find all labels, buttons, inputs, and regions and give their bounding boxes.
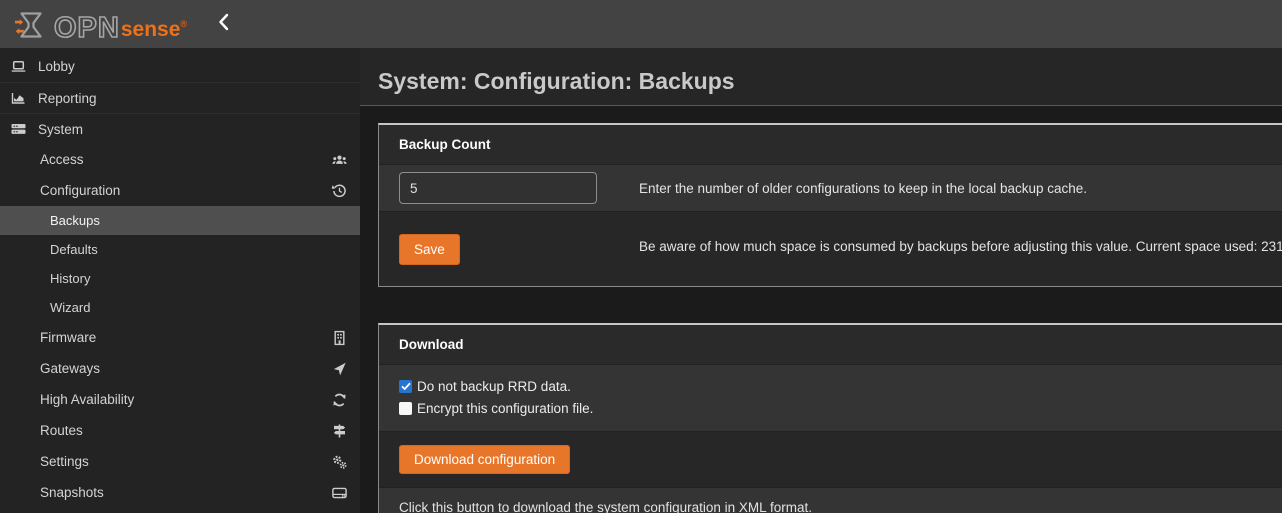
area-chart-icon [10, 90, 27, 106]
sidebar-item-high-availability[interactable]: High Availability [0, 384, 360, 415]
sidebar-collapse-button[interactable] [217, 13, 230, 36]
sidebar-item-label: Routes [40, 423, 331, 438]
sidebar-item-label: History [50, 271, 90, 286]
opnsense-logo[interactable]: OPN sense ® [14, 5, 187, 43]
sidebar-item-backups[interactable]: Backups [0, 206, 360, 235]
opnsense-logo-icon [14, 9, 54, 43]
sidebar-item-label: Defaults [50, 242, 98, 257]
sidebar-item-label: Firmware [40, 330, 331, 345]
rrd-checkbox[interactable] [399, 380, 412, 393]
encrypt-checkbox[interactable] [399, 402, 412, 415]
page-title: System: Configuration: Backups [378, 69, 1282, 94]
backup-count-help: Enter the number of older configurations… [639, 179, 1087, 198]
rrd-checkbox-label[interactable]: Do not backup RRD data. [417, 379, 571, 394]
sidebar-item-snapshots[interactable]: Snapshots [0, 477, 360, 508]
sidebar-item-configuration[interactable]: Configuration [0, 175, 360, 206]
sidebar-item-label: Settings [40, 454, 331, 469]
refresh-icon [331, 392, 348, 408]
sidebar-item-label: Backups [50, 213, 100, 228]
backup-count-row: Enter the number of older configurations… [379, 164, 1282, 211]
chevron-left-icon [217, 13, 230, 36]
sidebar-item-defaults[interactable]: Defaults [0, 235, 360, 264]
building-icon [331, 330, 348, 346]
logo-text-opn: OPN [54, 13, 120, 43]
signpost-icon [331, 423, 348, 439]
laptop-icon [10, 59, 27, 75]
backup-count-input[interactable] [399, 172, 597, 204]
location-arrow-icon [331, 361, 348, 377]
server-stack-icon [10, 121, 27, 137]
sidebar-item-label: Lobby [38, 59, 75, 74]
history-icon [331, 183, 348, 199]
sidebar-nav: Lobby Reporting System Access [0, 48, 360, 513]
page-title-bar: System: Configuration: Backups [360, 48, 1282, 106]
download-configuration-button[interactable]: Download configuration [399, 445, 570, 474]
sidebar-item-gateways[interactable]: Gateways [0, 353, 360, 384]
sidebar-item-label: System [38, 122, 83, 137]
sidebar-item-label: High Availability [40, 392, 331, 407]
logo-text-sense: sense [121, 16, 181, 43]
download-options-row: Do not backup RRD data. Encrypt this con… [379, 364, 1282, 431]
hdd-icon [331, 485, 348, 501]
download-help-row: Click this button to download the system… [379, 487, 1282, 513]
sidebar-item-history[interactable]: History [0, 264, 360, 293]
sidebar-item-routes[interactable]: Routes [0, 415, 360, 446]
download-panel-title: Download [379, 325, 1282, 364]
gears-icon [331, 454, 348, 470]
download-panel: Download Do not backup RRD data. Encrypt… [378, 323, 1282, 513]
download-help: Click this button to download the system… [399, 500, 812, 513]
sidebar-item-label: Wizard [50, 300, 90, 315]
backup-count-panel-title: Backup Count [379, 125, 1282, 164]
logo-registered-mark: ® [180, 5, 187, 43]
sidebar-item-reporting[interactable]: Reporting [0, 82, 360, 113]
top-header-bar: OPN sense ® [0, 0, 1282, 48]
download-button-row: Download configuration [379, 431, 1282, 487]
backup-count-panel: Backup Count Enter the number of older c… [378, 123, 1282, 287]
sidebar-item-label: Configuration [40, 183, 331, 198]
sidebar-item-firmware[interactable]: Firmware [0, 322, 360, 353]
sidebar-item-system[interactable]: System [0, 113, 360, 144]
checkmark-icon [401, 382, 411, 391]
users-icon [331, 152, 348, 168]
sidebar-item-label: Reporting [38, 91, 97, 106]
sidebar-item-label: Snapshots [40, 485, 331, 500]
save-help: Be aware of how much space is consumed b… [639, 237, 1282, 256]
main-content: System: Configuration: Backups Backup Co… [360, 48, 1282, 513]
sidebar-item-label: Gateways [40, 361, 331, 376]
sidebar-item-access[interactable]: Access [0, 144, 360, 175]
sidebar-item-settings[interactable]: Settings [0, 446, 360, 477]
sidebar-item-wizard[interactable]: Wizard [0, 293, 360, 322]
sidebar-item-lobby[interactable]: Lobby [0, 51, 360, 82]
save-button[interactable]: Save [399, 234, 460, 265]
sidebar-item-label: Access [40, 152, 331, 167]
save-row: Save Be aware of how much space is consu… [379, 211, 1282, 286]
encrypt-checkbox-label[interactable]: Encrypt this configuration file. [417, 401, 593, 416]
